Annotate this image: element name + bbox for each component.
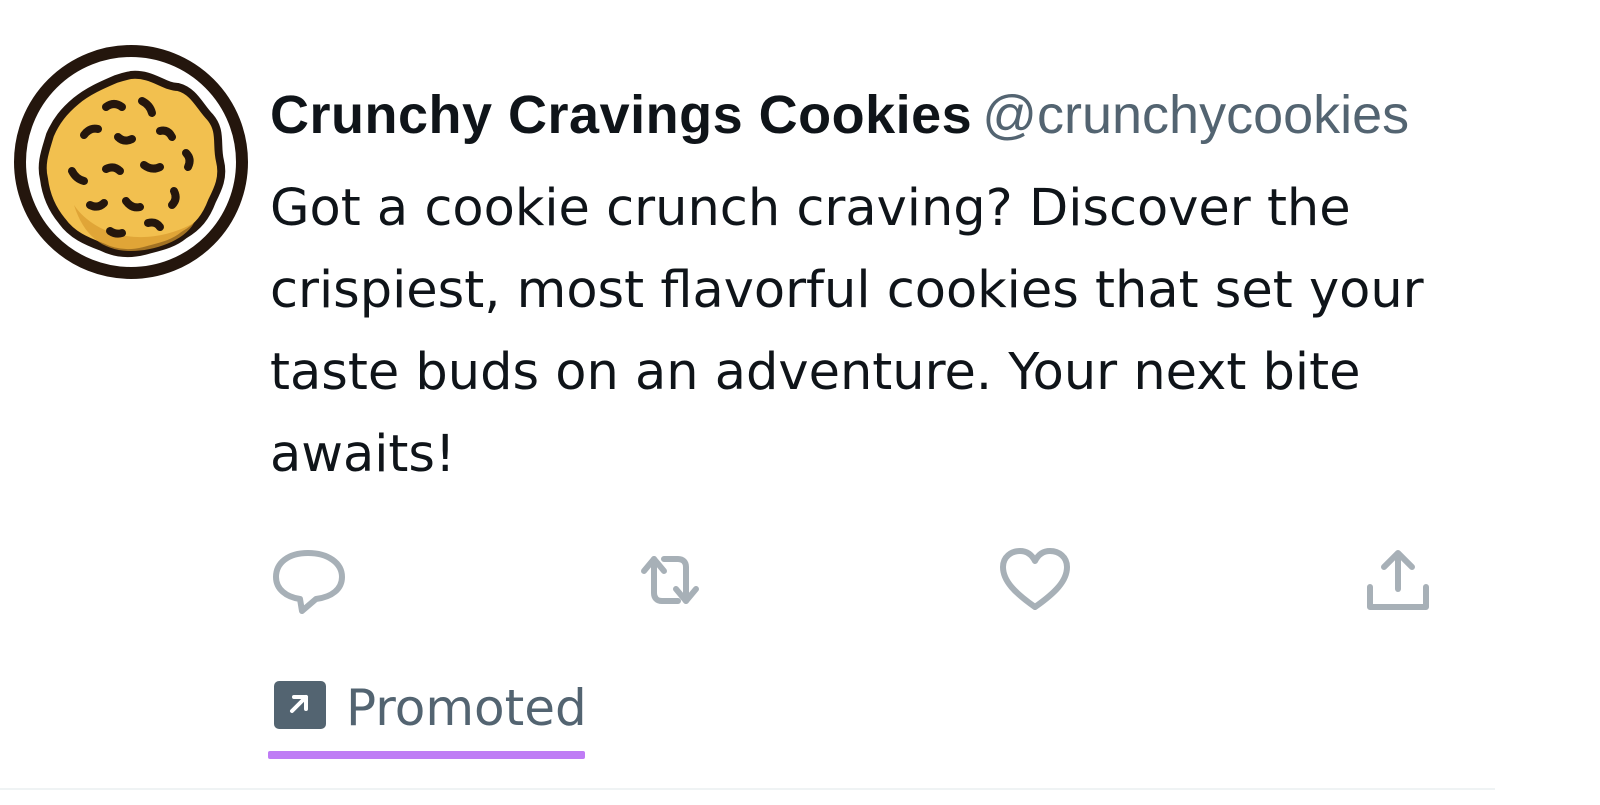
reply-button[interactable] — [268, 545, 348, 615]
retweet-button[interactable] — [630, 545, 710, 615]
reply-icon — [273, 550, 345, 614]
tweet-actions — [0, 545, 1600, 615]
cookie-icon — [14, 45, 248, 279]
retweet-icon — [641, 556, 699, 604]
display-name[interactable]: Crunchy Cravings Cookies — [270, 85, 972, 145]
user-handle[interactable]: @crunchycookies — [982, 85, 1409, 145]
like-button[interactable] — [995, 545, 1075, 615]
share-icon — [1367, 550, 1429, 610]
tweet-header: Crunchy Cravings Cookies @crunchycookies — [270, 80, 1409, 164]
tweet-text: Got a cookie crunch craving? Discover th… — [270, 179, 1424, 484]
avatar[interactable] — [14, 45, 248, 279]
promoted-label: Promoted — [346, 679, 587, 737]
promoted-underline — [268, 751, 585, 759]
share-button[interactable] — [1358, 545, 1438, 615]
heart-icon — [1000, 548, 1070, 610]
promoted-arrow-icon — [274, 681, 326, 729]
divider — [0, 788, 1495, 790]
promoted-indicator[interactable]: Promoted — [268, 675, 587, 760]
